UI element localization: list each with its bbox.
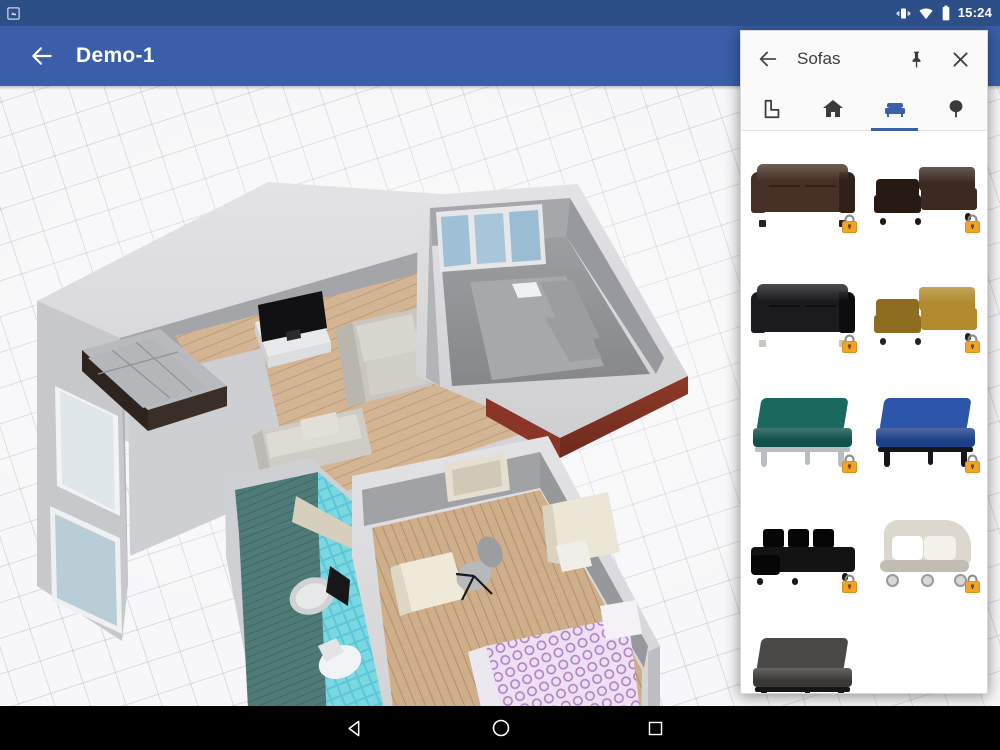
catalog-item[interactable] [741,491,864,611]
tab-structure[interactable] [803,87,865,131]
catalog-item-placeholder [864,611,987,693]
status-time: 15:24 [957,5,992,20]
close-icon[interactable] [947,46,973,72]
catalog-tabs [741,87,987,131]
padlock-icon[interactable] [840,333,859,354]
room-bedroom-1 [352,436,660,706]
android-nav-bar [0,706,1000,750]
catalog-panel-header: Sofas [741,31,987,87]
home-icon [823,100,844,117]
catalog-item-thumbnail [750,274,857,353]
nav-back-button[interactable] [338,706,372,750]
wifi-icon [919,8,933,19]
padlock-icon[interactable] [840,573,859,594]
pin-icon[interactable] [903,46,929,72]
nav-home-icon [492,719,510,737]
catalog-item-grid[interactable] [741,131,987,693]
nav-back-icon [347,720,359,736]
catalog-item[interactable] [864,131,987,251]
screenshot-icon [7,6,20,20]
tab-furniture[interactable] [864,87,926,131]
back-button[interactable] [14,28,70,84]
catalog-item-thumbnail [873,274,980,353]
catalog-item[interactable] [741,371,864,491]
catalog-item-thumbnail [750,514,857,593]
catalog-item[interactable] [741,131,864,251]
status-bar: 15:24 [0,0,1000,26]
padlock-icon[interactable] [963,333,982,354]
catalog-item[interactable] [864,251,987,371]
padlock-icon[interactable] [840,213,859,234]
padlock-icon[interactable] [963,573,982,594]
room-shape-icon [764,99,780,119]
sofa-icon [884,103,905,117]
padlock-icon[interactable] [840,453,859,474]
catalog-item[interactable] [741,251,864,371]
catalog-item-thumbnail [874,514,980,593]
catalog-item[interactable] [864,491,987,611]
catalog-item[interactable] [864,371,987,491]
screen: 15:24 Demo-1 2D 3D [0,0,1000,750]
catalog-item-thumbnail [751,634,855,693]
tab-outdoor[interactable] [926,87,988,131]
wall-shadow [648,646,660,706]
padlock-icon[interactable] [963,453,982,474]
catalog-item-thumbnail [750,154,857,233]
battery-icon [942,5,950,21]
tree-icon [949,100,963,118]
page-title: Demo-1 [76,44,155,67]
catalog-item-thumbnail [751,394,857,473]
tab-rooms[interactable] [741,87,803,131]
catalog-item-thumbnail [873,154,980,233]
nav-recents-icon [648,721,662,735]
catalog-back-button[interactable] [753,44,783,74]
padlock-icon[interactable] [963,213,982,234]
nav-home-button[interactable] [484,706,518,750]
catalog-item[interactable] [741,611,864,693]
catalog-panel[interactable]: Sofas [740,30,988,694]
catalog-item-thumbnail [874,394,980,473]
vibrate-icon [896,8,911,18]
catalog-title: Sofas [797,49,841,68]
nav-recents-button[interactable] [638,706,672,750]
